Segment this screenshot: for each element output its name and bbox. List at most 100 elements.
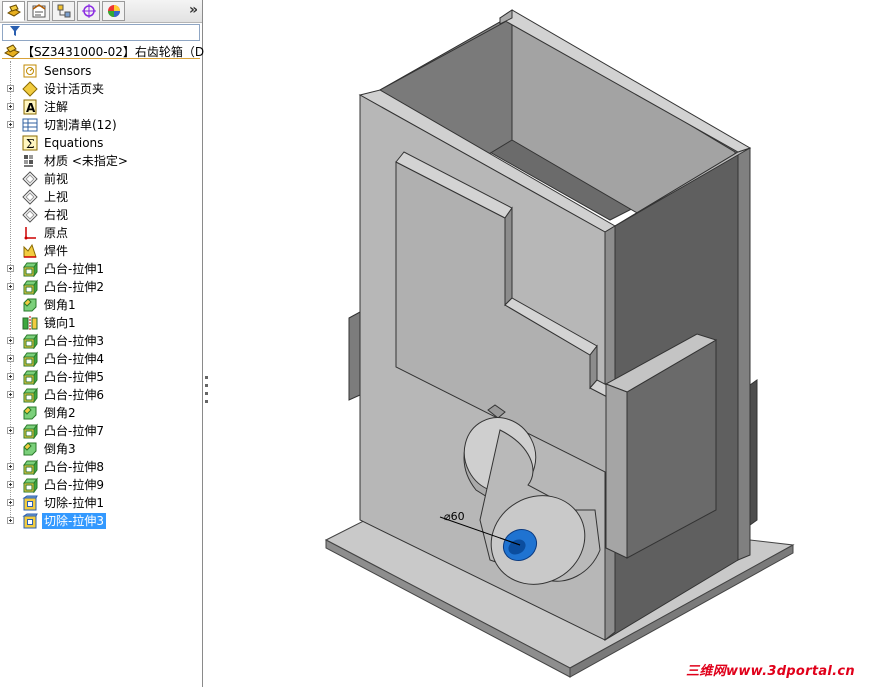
diameter-dimension[interactable]: ⌀60 [444, 510, 465, 523]
origin-icon [24, 227, 36, 240]
tree-item[interactable]: 倒角1 [0, 296, 202, 314]
tree-item[interactable]: 焊件 [0, 242, 202, 260]
tree-item-label: 焊件 [44, 244, 69, 258]
tree-item-label: 凸台-拉伸6 [44, 388, 104, 402]
expand-toggle[interactable] [7, 265, 14, 272]
expand-panel-button[interactable]: » [189, 2, 198, 18]
tree-item[interactable]: 倒角2 [0, 404, 202, 422]
display-manager-icon [107, 5, 120, 17]
chamfer-icon [23, 442, 37, 456]
tree-item-label: Sensors [44, 64, 92, 78]
tree-item[interactable]: 凸台-拉伸4 [0, 350, 202, 368]
tree-item-label: 凸台-拉伸4 [44, 352, 104, 366]
expand-toggle[interactable] [7, 373, 14, 380]
configurationmanager-icon [57, 4, 70, 18]
tree-item-label: 凸台-拉伸7 [44, 424, 104, 438]
graphics-viewport[interactable]: ⌀60 三维网www.3dportal.cn [210, 0, 873, 687]
boss-extrude-icon [23, 261, 38, 277]
tree-item-label: 倒角3 [44, 442, 76, 456]
boss-extrude-icon [23, 279, 38, 295]
tree-item[interactable]: 凸台-拉伸5 [0, 368, 202, 386]
dimxpert-tab[interactable] [77, 1, 100, 21]
expand-toggle[interactable] [7, 391, 14, 398]
tree-item[interactable]: 切割清单(12) [0, 116, 202, 134]
tree-item-label: 切除-拉伸1 [44, 496, 104, 510]
propertymanager-icon [32, 4, 45, 18]
expand-toggle[interactable] [7, 337, 14, 344]
display-manager-tab[interactable] [102, 1, 125, 21]
boss-extrude-icon [23, 387, 38, 403]
model-3d-view[interactable]: ⌀60 [210, 0, 873, 687]
expand-toggle[interactable] [7, 463, 14, 470]
annotations-icon: A [23, 99, 37, 115]
plane-icon [22, 171, 38, 187]
tree-item-label: 注解 [44, 100, 69, 114]
tree-item-label: 凸台-拉伸3 [44, 334, 104, 348]
tree-item[interactable]: 凸台-拉伸6 [0, 386, 202, 404]
tree-item-label: 材质 <未指定> [44, 154, 128, 168]
sensors-icon [23, 64, 37, 78]
material-icon [24, 155, 33, 167]
tree-item[interactable]: 凸台-拉伸7 [0, 422, 202, 440]
tree-item[interactable]: 凸台-拉伸2 [0, 278, 202, 296]
tree-item-label: 切除-拉伸3 [42, 513, 106, 529]
svg-text:Σ: Σ [26, 137, 34, 151]
mirror-icon [22, 316, 38, 330]
tree-item[interactable]: 前视 [0, 170, 202, 188]
tree-item[interactable]: 原点 [0, 224, 202, 242]
tree-item[interactable]: 凸台-拉伸9 [0, 476, 202, 494]
propertymanager-tab[interactable] [27, 1, 50, 21]
tree-item[interactable]: 切除-拉伸1 [0, 494, 202, 512]
weldment-icon [23, 243, 37, 258]
left-stiffener [348, 311, 361, 401]
tree-item-label: 前视 [44, 172, 69, 186]
expand-toggle[interactable] [7, 103, 14, 110]
tree-item-label: 右视 [44, 208, 69, 222]
cut-list-icon [22, 118, 38, 132]
expand-toggle[interactable] [7, 121, 14, 128]
tree-item[interactable]: 右视 [0, 206, 202, 224]
boss-extrude-icon [23, 477, 38, 493]
tree-item-label: 倒角2 [44, 406, 76, 420]
featuremanager-tab[interactable] [2, 1, 25, 21]
cut-extrude-icon [22, 495, 38, 511]
tree-item[interactable]: 材质 <未指定> [0, 152, 202, 170]
expand-toggle[interactable] [7, 481, 14, 488]
boss-extrude-icon [23, 369, 38, 385]
cut-extrude-icon [22, 513, 38, 529]
tree-item-label: 凸台-拉伸8 [44, 460, 104, 474]
boss-extrude-icon [23, 351, 38, 367]
tree-item[interactable]: A 注解 [0, 98, 202, 116]
tree-item[interactable]: Sensors [0, 62, 202, 80]
expand-toggle[interactable] [7, 85, 14, 92]
tree-item-label: 凸台-拉伸9 [44, 478, 104, 492]
tree-item[interactable]: 倒角3 [0, 440, 202, 458]
tree-item[interactable]: 凸台-拉伸8 [0, 458, 202, 476]
tree-item[interactable]: 凸台-拉伸3 [0, 332, 202, 350]
tree-item[interactable]: 设计活页夹 [0, 80, 202, 98]
tree-item[interactable]: Σ Equations [0, 134, 202, 152]
expand-toggle[interactable] [7, 427, 14, 434]
tree-item-label: 原点 [44, 226, 69, 240]
tree-item[interactable]: 镜向1 [0, 314, 202, 332]
expand-toggle[interactable] [7, 355, 14, 362]
tree-item-label: Equations [44, 136, 104, 150]
expand-toggle[interactable] [7, 517, 14, 524]
panel-tab-bar: » [0, 0, 202, 23]
tree-item-label: 镜向1 [44, 316, 76, 330]
configurationmanager-tab[interactable] [52, 1, 75, 21]
featuremanager-icon [6, 4, 21, 17]
panel-splitter-handle[interactable] [202, 370, 210, 410]
tree-item[interactable]: 上视 [0, 188, 202, 206]
expand-toggle[interactable] [7, 283, 14, 290]
plane-icon [22, 207, 38, 223]
tree-item-label: 凸台-拉伸2 [44, 280, 104, 294]
equations-icon: Σ [22, 135, 38, 151]
tree-item-label: 切割清单(12) [44, 118, 117, 132]
filter-box[interactable] [2, 24, 200, 41]
expand-toggle[interactable] [7, 499, 14, 506]
tree-item[interactable]: 凸台-拉伸1 [0, 260, 202, 278]
tree-item[interactable]: 切除-拉伸3 [0, 512, 202, 530]
tree-item-label: 凸台-拉伸1 [44, 262, 104, 276]
plane-icon [22, 189, 38, 205]
